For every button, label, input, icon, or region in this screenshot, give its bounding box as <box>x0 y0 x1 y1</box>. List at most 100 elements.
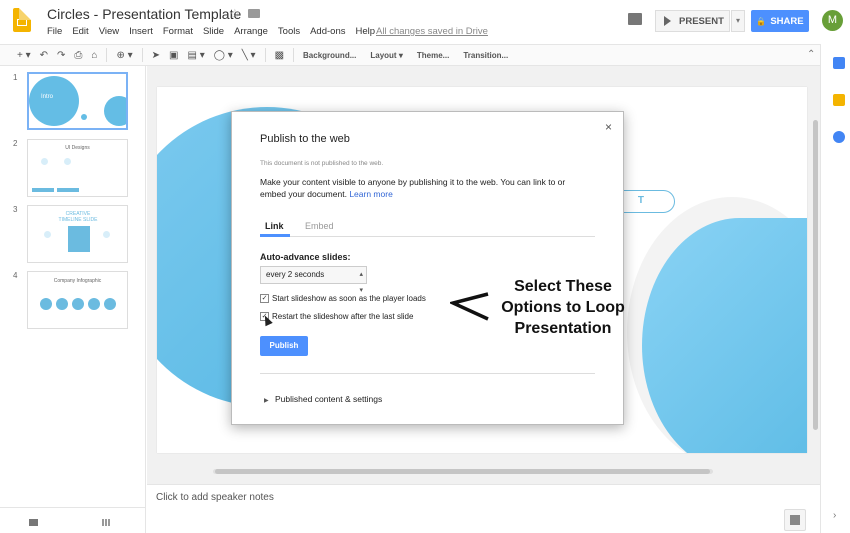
undo-icon[interactable]: ↶ <box>40 50 48 61</box>
slide-number: 4 <box>13 271 18 280</box>
play-icon <box>664 16 671 26</box>
annotation-line: Presentation <box>514 320 612 337</box>
account-avatar[interactable]: M <box>822 10 843 31</box>
menu-slide[interactable]: Slide <box>203 26 224 37</box>
vertical-scroll-thumb[interactable] <box>813 120 818 430</box>
slides-logo-icon[interactable] <box>13 8 31 32</box>
tab-embed[interactable]: Embed <box>305 221 334 231</box>
document-title[interactable]: Circles - Presentation Template <box>47 6 241 22</box>
theme-button[interactable]: Theme... <box>417 51 449 60</box>
toolbar-divider <box>293 48 295 62</box>
star-icon[interactable]: ☆ <box>229 6 241 22</box>
menu-help[interactable]: Help <box>355 26 375 37</box>
image-icon[interactable]: ▤ ▾ <box>188 50 205 61</box>
thumb-circle <box>88 298 100 310</box>
lock-icon: 🔒 <box>756 16 767 26</box>
auto-advance-select[interactable]: every 2 seconds ▴ ▾ <box>260 266 367 294</box>
annotation-callout: Select These Options to Loop Presentatio… <box>488 276 638 339</box>
thumb-circle <box>29 76 79 126</box>
published-settings-toggle[interactable]: ▶ Published content & settings <box>264 394 382 404</box>
thumb-circle <box>104 96 126 126</box>
menu-arrange[interactable]: Arrange <box>234 26 268 37</box>
side-panel <box>820 44 850 533</box>
menu-format[interactable]: Format <box>163 26 193 37</box>
published-settings-label: Published content & settings <box>275 394 383 404</box>
shape-icon[interactable]: ◯ ▾ <box>214 50 233 61</box>
explore-button[interactable] <box>784 509 806 531</box>
transition-button[interactable]: Transition... <box>463 51 508 60</box>
menu-file[interactable]: File <box>47 26 62 37</box>
menu-edit[interactable]: Edit <box>72 26 88 37</box>
publish-description: Make your content visible to anyone by p… <box>260 176 590 200</box>
slide-thumbnail-1[interactable]: Intro <box>27 72 128 130</box>
grid-view-icon[interactable] <box>102 519 111 526</box>
keep-icon[interactable] <box>833 94 845 106</box>
annotation-line: Select These <box>514 278 612 295</box>
filmstrip-view-icon[interactable] <box>29 519 38 526</box>
view-switcher <box>0 507 146 533</box>
start-slideshow-label: Start slideshow as soon as the player lo… <box>272 294 426 303</box>
present-button[interactable]: PRESENT <box>655 10 730 32</box>
toolbar-divider <box>264 48 266 62</box>
side-panel-expand-icon[interactable]: › <box>833 510 836 521</box>
redo-icon[interactable]: ↷ <box>57 50 65 61</box>
new-slide-icon[interactable]: + ▾ <box>17 50 31 61</box>
horizontal-scroll-thumb[interactable] <box>215 469 710 474</box>
present-dropdown-icon[interactable]: ▾ <box>731 10 745 32</box>
print-icon[interactable]: ⎙ <box>74 50 82 61</box>
thumb-title: Intro <box>41 94 54 100</box>
thumb-circle <box>81 114 87 120</box>
background-button[interactable]: Background... <box>303 51 356 60</box>
save-status-link[interactable]: All changes saved in Drive <box>376 26 488 37</box>
text-box-icon[interactable]: ▣ <box>169 50 178 61</box>
speaker-notes[interactable]: Click to add speaker notes <box>147 484 820 533</box>
speaker-notes-placeholder[interactable]: Click to add speaker notes <box>156 492 274 503</box>
slide-thumbnail-2[interactable]: UI Designs <box>27 139 128 197</box>
dialog-divider <box>260 373 595 374</box>
app-header: Circles - Presentation Template ☆ File E… <box>0 0 850 44</box>
menu-addons[interactable]: Add-ons <box>310 26 345 37</box>
menu-view[interactable]: View <box>99 26 119 37</box>
share-button[interactable]: 🔒 SHARE <box>751 10 809 32</box>
start-slideshow-option[interactable]: ✓ Start slideshow as soon as the player … <box>260 294 426 303</box>
thumb-circle <box>72 298 84 310</box>
thumb-circle <box>104 298 116 310</box>
publish-button[interactable]: Publish <box>260 336 308 356</box>
add-comment-icon[interactable]: ▩ <box>275 50 284 61</box>
menu-insert[interactable]: Insert <box>129 26 153 37</box>
learn-more-link[interactable]: Learn more <box>349 189 392 199</box>
thumb-icon <box>41 158 48 165</box>
present-label: PRESENT <box>679 15 724 27</box>
line-icon[interactable]: ╲ ▾ <box>242 50 256 61</box>
thumb-bar <box>57 188 79 192</box>
tab-link[interactable]: Link <box>265 221 284 231</box>
slide-thumbnail-3[interactable]: CREATIVE TIMELINE SLIDE <box>27 205 128 263</box>
close-icon[interactable]: × <box>605 120 612 134</box>
thumb-bar <box>32 188 54 192</box>
restart-slideshow-option[interactable]: ✓ Restart the slideshow after the last s… <box>260 312 413 321</box>
thumb-icon <box>44 231 51 238</box>
start-slideshow-checkbox[interactable]: ✓ <box>260 294 269 303</box>
tasks-icon[interactable] <box>833 131 845 143</box>
expand-triangle-icon: ▶ <box>264 398 269 404</box>
auto-advance-label: Auto-advance slides: <box>260 252 351 262</box>
thumb-icon <box>103 231 110 238</box>
explore-icon <box>790 515 800 525</box>
thumb-icon <box>64 158 71 165</box>
paint-format-icon[interactable]: ⌂ <box>91 50 97 61</box>
calendar-icon[interactable] <box>833 57 845 69</box>
dialog-title: Publish to the web <box>260 133 350 145</box>
folder-icon[interactable] <box>248 9 260 18</box>
publish-status-note: This document is not published to the we… <box>260 160 384 167</box>
slide-filmstrip: 1 Intro 2 UI Designs 3 CREATIVE TIMELINE… <box>0 66 146 533</box>
menu-tools[interactable]: Tools <box>278 26 300 37</box>
comments-icon[interactable] <box>628 13 642 25</box>
collapse-menu-icon[interactable]: ⌃ <box>807 49 815 60</box>
select-cursor-icon[interactable]: ➤ <box>152 50 160 61</box>
toolbar-divider <box>106 48 108 62</box>
slide-thumbnail-4[interactable]: Company Infographic <box>27 271 128 329</box>
layout-button[interactable]: Layout ▾ <box>370 51 402 60</box>
toolbar-divider <box>141 48 143 62</box>
zoom-icon[interactable]: ⊕ ▾ <box>116 50 132 61</box>
annotation-line: Options to Loop <box>501 299 625 316</box>
